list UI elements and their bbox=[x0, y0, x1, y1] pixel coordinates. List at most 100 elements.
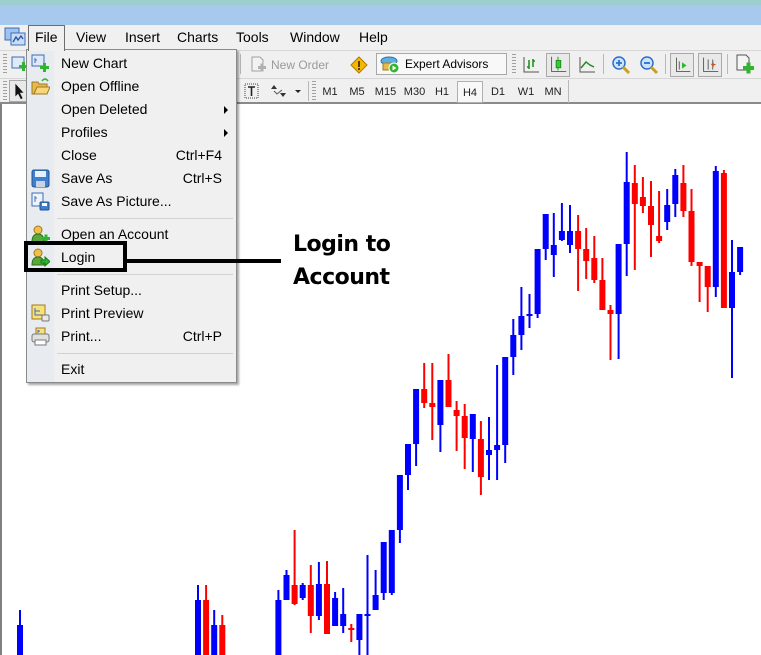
menu-file[interactable]: File bbox=[28, 25, 65, 51]
bearish-candle bbox=[219, 615, 226, 655]
bullish-candle bbox=[413, 389, 420, 466]
menu-item-print[interactable]: Print... Ctrl+P bbox=[27, 325, 236, 348]
menu-item-exit[interactable]: Exit bbox=[27, 358, 236, 381]
candle-body bbox=[340, 614, 347, 626]
bullish-candle bbox=[712, 166, 719, 297]
menu-item-close[interactable]: Close Ctrl+F4 bbox=[27, 144, 236, 167]
chart-shift-icon[interactable] bbox=[698, 53, 722, 77]
bearish-candle bbox=[704, 266, 711, 312]
candle-body bbox=[502, 357, 509, 445]
bullish-candle bbox=[672, 169, 679, 217]
candle-body bbox=[550, 245, 557, 255]
bearish-candle bbox=[631, 165, 638, 270]
candle-body bbox=[518, 316, 525, 335]
bearish-candle bbox=[639, 177, 646, 213]
templates-icon[interactable] bbox=[734, 53, 756, 77]
bearish-candle bbox=[607, 305, 614, 360]
timeframe-h4[interactable]: H4 bbox=[457, 81, 483, 103]
candle-body bbox=[219, 625, 226, 655]
timeframe-m1[interactable]: M1 bbox=[318, 81, 342, 103]
bullish-candle bbox=[623, 152, 630, 276]
candle-body bbox=[591, 258, 598, 280]
bullish-candle bbox=[664, 189, 671, 230]
candle-body bbox=[203, 600, 210, 655]
metatrader-chart-icon[interactable] bbox=[4, 27, 26, 47]
toolbar-grip[interactable] bbox=[3, 81, 7, 101]
bullish-candle bbox=[364, 555, 371, 655]
save-picture-icon bbox=[31, 192, 50, 211]
toolbar-grip[interactable] bbox=[512, 54, 516, 74]
menu-view[interactable]: View bbox=[70, 25, 112, 50]
timeframe-d1[interactable]: D1 bbox=[486, 81, 510, 103]
timeframe-m15[interactable]: M15 bbox=[372, 81, 399, 103]
candle-body bbox=[486, 450, 492, 455]
zoom-in-icon[interactable] bbox=[610, 54, 632, 76]
candle-body bbox=[567, 231, 573, 245]
toolbar-separator bbox=[603, 54, 604, 74]
text-label-icon[interactable] bbox=[242, 80, 262, 102]
timeframe-w1[interactable]: W1 bbox=[514, 81, 538, 103]
menu-item-label: Profiles bbox=[61, 124, 108, 140]
bearish-candle bbox=[656, 191, 663, 243]
candle-body bbox=[195, 600, 201, 655]
menu-window[interactable]: Window bbox=[284, 25, 346, 50]
menu-charts[interactable]: Charts bbox=[171, 25, 224, 50]
bearish-candle bbox=[291, 530, 298, 605]
bullish-candle bbox=[437, 380, 444, 452]
candle-body bbox=[332, 598, 339, 626]
bearish-candle bbox=[445, 354, 452, 407]
alert-icon[interactable] bbox=[349, 54, 369, 76]
menu-item-label: Save As Picture... bbox=[61, 193, 172, 209]
menu-item-profiles[interactable]: Profiles bbox=[27, 121, 236, 144]
toolbar-separator bbox=[727, 54, 728, 74]
new-order-button[interactable]: New Order bbox=[246, 54, 332, 76]
bearish-candle bbox=[348, 624, 355, 642]
toolbar-grip[interactable] bbox=[3, 54, 7, 74]
candle-body bbox=[421, 389, 428, 403]
bearish-candle bbox=[461, 404, 468, 469]
candle-body bbox=[534, 249, 541, 314]
candle-body bbox=[429, 403, 436, 407]
menu-item-print-setup[interactable]: Print Setup... bbox=[27, 279, 236, 302]
auto-scroll-icon[interactable] bbox=[670, 53, 694, 77]
menu-tools[interactable]: Tools bbox=[230, 25, 275, 50]
line-chart-icon[interactable] bbox=[577, 54, 597, 76]
menu-help[interactable]: Help bbox=[353, 25, 394, 50]
floppy-disk-icon bbox=[31, 169, 50, 188]
bearish-candle bbox=[591, 236, 598, 283]
menu-item-open-deleted[interactable]: Open Deleted bbox=[27, 98, 236, 121]
menu-separator bbox=[57, 218, 233, 219]
timeframe-mn[interactable]: MN bbox=[541, 81, 565, 103]
zoom-out-icon[interactable] bbox=[638, 54, 660, 76]
login-highlight-box bbox=[24, 241, 127, 272]
new-order-icon bbox=[251, 56, 266, 72]
bullish-candle bbox=[211, 610, 218, 655]
toolbar-grip[interactable] bbox=[312, 81, 316, 101]
toolbar-separator bbox=[240, 54, 241, 74]
candle-body bbox=[461, 416, 468, 438]
new-chart-icon bbox=[31, 54, 49, 72]
bar-chart-icon[interactable] bbox=[521, 54, 541, 76]
candle-body bbox=[307, 585, 314, 616]
candle-body bbox=[380, 542, 387, 593]
timeframe-m30[interactable]: M30 bbox=[401, 81, 428, 103]
menu-item-save-as-picture[interactable]: Save As Picture... bbox=[27, 190, 236, 213]
candle-body bbox=[275, 600, 282, 655]
menu-insert[interactable]: Insert bbox=[119, 25, 166, 50]
menu-item-new-chart[interactable]: New Chart bbox=[27, 52, 236, 75]
dropdown-arrow-icon[interactable] bbox=[293, 80, 303, 102]
candle-body bbox=[291, 585, 298, 604]
menu-item-save-as[interactable]: Save As Ctrl+S bbox=[27, 167, 236, 190]
candle-body bbox=[648, 206, 654, 225]
timeframe-h1[interactable]: H1 bbox=[430, 81, 454, 103]
bullish-candle bbox=[494, 365, 501, 480]
candlestick-chart-icon[interactable] bbox=[546, 53, 570, 77]
menu-item-print-preview[interactable]: Print Preview bbox=[27, 302, 236, 325]
menu-item-open-offline[interactable]: Open Offline bbox=[27, 75, 236, 98]
bullish-candle bbox=[340, 588, 347, 633]
arrows-icon[interactable] bbox=[268, 80, 290, 102]
timeframe-m5[interactable]: M5 bbox=[345, 81, 369, 103]
candle-body bbox=[388, 530, 395, 593]
menu-item-shortcut: Ctrl+F4 bbox=[175, 147, 222, 163]
expert-advisors-button[interactable]: Expert Advisors bbox=[376, 53, 507, 75]
